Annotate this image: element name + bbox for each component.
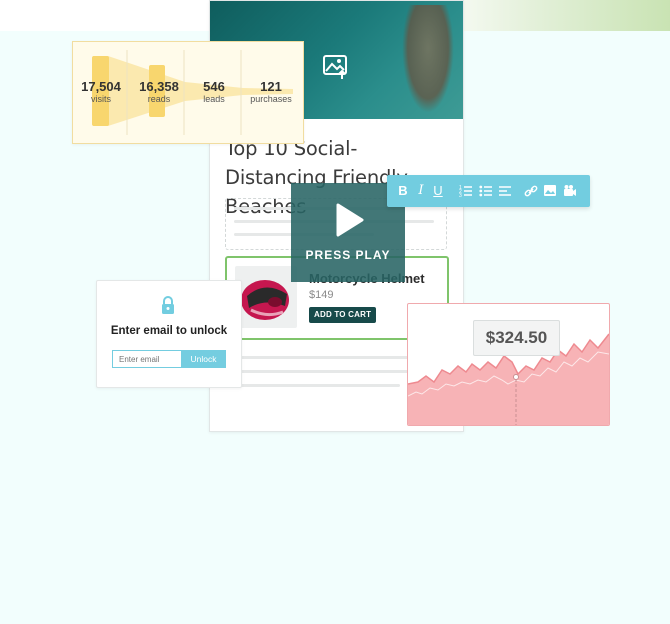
text-line: [240, 384, 400, 387]
image-upload-icon[interactable]: [322, 53, 350, 81]
video-icon[interactable]: [563, 181, 577, 201]
bullet-list-icon[interactable]: [479, 181, 493, 201]
funnel-stage-purchases: 121 purchases: [243, 79, 299, 104]
ordered-list-icon[interactable]: 1 2 3: [459, 181, 473, 201]
funnel-value: 546: [203, 79, 225, 94]
beach-person-photo: [402, 5, 454, 113]
funnel-stage-visits: 17,504 visits: [75, 79, 127, 104]
funnel-stage-reads: 16,358 reads: [133, 79, 185, 104]
image-icon[interactable]: [543, 181, 557, 201]
text-line: [240, 356, 408, 359]
play-icon[interactable]: [330, 202, 366, 238]
unlock-button[interactable]: Unlock: [181, 350, 226, 368]
lock-icon: [162, 296, 174, 314]
email-field[interactable]: [112, 350, 181, 368]
helmet-icon: [241, 280, 289, 320]
text-line: [240, 370, 408, 373]
funnel-value: 17,504: [81, 79, 121, 94]
funnel-label: visits: [91, 94, 111, 104]
funnel-label: reads: [147, 94, 171, 104]
bold-button[interactable]: B: [397, 181, 409, 201]
formatting-toolbar: B I U 1 2 3: [387, 175, 590, 207]
funnel-stage-leads: 546 leads: [189, 79, 239, 104]
unlock-heading: Enter email to unlock: [110, 325, 228, 337]
funnel-value: 16,358: [139, 79, 179, 94]
svg-text:3: 3: [459, 193, 462, 199]
underline-button[interactable]: U: [432, 181, 444, 201]
price-tooltip: $324.50: [473, 320, 560, 356]
conversion-funnel: 17,504 visits 16,358 reads 546 leads 121…: [72, 41, 304, 144]
funnel-label: leads: [203, 94, 225, 104]
funnel-label: purchases: [250, 94, 292, 104]
add-to-cart-button[interactable]: ADD TO CART: [309, 307, 377, 323]
link-icon[interactable]: [524, 181, 538, 201]
press-play-label: PRESS PLAY: [305, 248, 391, 262]
content-lock-widget: Enter email to unlock Unlock: [96, 280, 242, 388]
helmet-image: [235, 266, 297, 328]
align-left-icon[interactable]: [498, 181, 512, 201]
italic-button[interactable]: I: [415, 181, 427, 201]
funnel-value: 121: [260, 79, 282, 94]
product-price: $149: [309, 289, 334, 301]
